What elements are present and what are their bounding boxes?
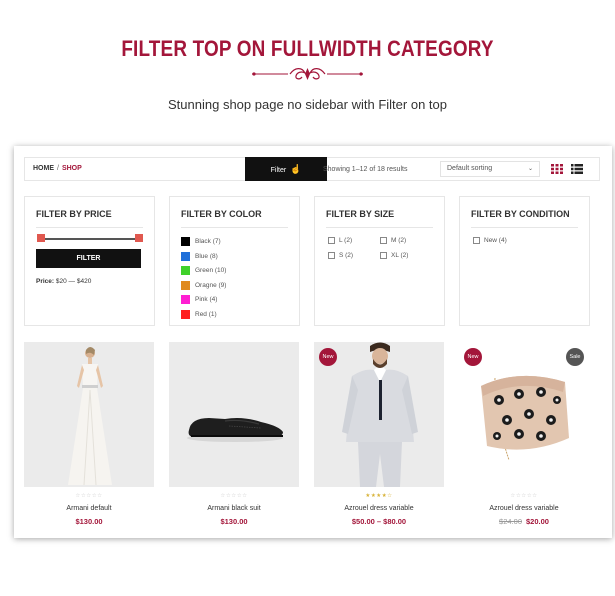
filter-size-title: FILTER BY SIZE [326, 209, 395, 219]
color-option-green[interactable]: Green (10) [181, 266, 226, 275]
color-option-pink[interactable]: Pink (4) [181, 295, 217, 304]
product-card[interactable]: ☆☆☆☆☆ Armani default $130.00 [24, 342, 154, 530]
product-card[interactable]: New Sale ☆☆☆☆☆ Azrouel dress variable $2… [459, 342, 589, 530]
list-view-icon[interactable] [571, 164, 583, 174]
shop-toolbar: HOME / SHOP Filter ☝ Showing 1–12 of 18 res… [24, 157, 600, 181]
breadcrumb: HOME / SHOP [33, 165, 82, 172]
size-option-label: S (2) [339, 252, 354, 259]
product-price-value: $20.00 [526, 517, 549, 526]
color-option-orange[interactable]: Oragne (9) [181, 281, 226, 290]
checkbox[interactable] [328, 252, 335, 259]
color-swatch [181, 237, 190, 246]
color-option-blue[interactable]: Blue (8) [181, 252, 218, 261]
filter-condition-panel: FILTER BY CONDITION New (4) [459, 196, 590, 326]
badge-new: New [464, 348, 482, 366]
divider [326, 227, 433, 228]
checkbox[interactable] [328, 237, 335, 244]
product-price: $130.00 [24, 517, 154, 526]
shop-page-screenshot: HOME / SHOP Filter ☝ Showing 1–12 of 18 res… [14, 146, 612, 538]
product-price: $130.00 [169, 517, 299, 526]
product-old-price: $24.00 [499, 517, 522, 526]
product-name[interactable]: Armani black suit [169, 505, 299, 512]
product-image[interactable] [24, 342, 154, 487]
filter-toggle-button[interactable]: Filter ☝ [245, 157, 327, 181]
color-option-red[interactable]: Red (1) [181, 310, 217, 319]
checkbox[interactable] [473, 237, 480, 244]
size-option-s[interactable]: S (2) [328, 252, 353, 259]
color-option-label: Red (1) [195, 311, 217, 318]
checkbox[interactable] [380, 237, 387, 244]
condition-option-label: New (4) [484, 237, 507, 244]
product-card[interactable]: ☆☆☆☆☆ Armani black suit $130.00 [169, 342, 299, 530]
filter-color-panel: FILTER BY COLOR Black (7) Blue (8) Green… [169, 196, 300, 326]
product-name[interactable]: Azrouel dress variable [459, 505, 589, 512]
filter-price-title: FILTER BY PRICE [36, 209, 112, 219]
color-option-label: Blue (8) [195, 253, 218, 260]
size-option-label: M (2) [391, 237, 407, 244]
product-card[interactable]: New ★★★★☆ Azrouel dress variable $50.00 … [314, 342, 444, 530]
filter-color-title: FILTER BY COLOR [181, 209, 262, 219]
filter-toggle-label: Filter [270, 167, 287, 174]
price-range-label: Price: [36, 278, 55, 285]
product-price: $50.00 – $80.00 [314, 517, 444, 526]
color-swatch [181, 310, 190, 319]
divider [181, 227, 288, 228]
page-subtitle: Stunning shop page no sidebar with Filte… [168, 97, 447, 112]
price-range: Price: $20 — $420 [36, 278, 91, 285]
black-loafer-illustration [187, 418, 283, 442]
color-swatch [181, 266, 190, 275]
price-slider-max-handle[interactable] [135, 234, 143, 242]
divider [471, 227, 578, 228]
filter-size-panel: FILTER BY SIZE L (2) M (2) S (2) XL (2) [314, 196, 445, 326]
size-option-label: L (2) [339, 237, 353, 244]
size-option-label: XL (2) [391, 252, 409, 259]
color-swatch [181, 281, 190, 290]
checkbox[interactable] [380, 252, 387, 259]
ornament-divider-icon [252, 68, 363, 80]
breadcrumb-separator: / [57, 165, 59, 172]
size-option-xl[interactable]: XL (2) [380, 252, 408, 259]
chevron-down-icon: ⌄ [527, 166, 533, 172]
filter-price-panel: FILTER BY PRICE FILTER Price: $20 — $420 [24, 196, 155, 326]
color-option-label: Green (10) [195, 267, 227, 274]
condition-option-new[interactable]: New (4) [473, 237, 507, 244]
price-slider-min-handle[interactable] [37, 234, 45, 242]
breadcrumb-current: SHOP [61, 165, 82, 172]
rating-stars: ★★★★☆ [365, 493, 393, 499]
color-swatch [181, 252, 190, 261]
breadcrumb-home[interactable]: HOME [33, 165, 54, 172]
page-headline: FILTER TOP ON FULLWIDTH CATEGORY [121, 36, 494, 61]
result-count: Showing 1–12 of 18 results [323, 166, 408, 173]
color-option-label: Black (7) [195, 238, 221, 245]
product-image[interactable] [169, 342, 299, 487]
product-name[interactable]: Azrouel dress variable [314, 505, 444, 512]
white-dress-illustration [68, 347, 112, 486]
color-swatch [181, 295, 190, 304]
product-price-value: $130.00 [220, 517, 248, 526]
price-filter-button[interactable]: FILTER [36, 249, 141, 268]
badge-sale: Sale [566, 348, 584, 366]
color-option-label: Pink (4) [195, 296, 218, 303]
size-option-l[interactable]: L (2) [328, 237, 352, 244]
product-name[interactable]: Armani default [24, 505, 154, 512]
color-option-label: Oragne (9) [195, 282, 227, 289]
rating-stars: ☆☆☆☆☆ [510, 493, 538, 499]
rating-stars: ☆☆☆☆☆ [220, 493, 248, 499]
product-price: $24.00 $20.00 [459, 517, 589, 526]
divider [36, 227, 143, 228]
rating-stars: ☆☆☆☆☆ [75, 493, 103, 499]
sorting-value: Default sorting [447, 165, 493, 172]
product-price-value: $50.00 – $80.00 [351, 517, 407, 526]
pointer-hand-icon: ☝ [290, 164, 302, 174]
badge-new: New [319, 348, 337, 366]
price-slider-track[interactable] [39, 238, 141, 240]
product-price-value: $130.00 [75, 517, 103, 526]
filter-condition-title: FILTER BY CONDITION [471, 209, 570, 219]
price-range-value: $20 — $420 [55, 278, 92, 285]
grid-view-icon[interactable] [551, 164, 563, 174]
sorting-select[interactable]: Default sorting ⌄ [440, 161, 540, 177]
color-option-black[interactable]: Black (7) [181, 237, 221, 246]
size-option-m[interactable]: M (2) [380, 237, 406, 244]
